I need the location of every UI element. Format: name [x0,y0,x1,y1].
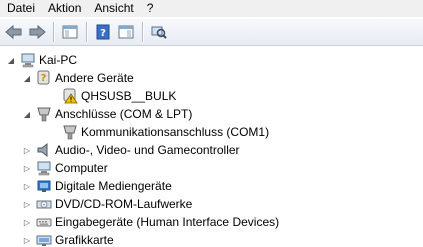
tree-node-anschluesse[interactable]: ◢ Anschlüsse (COM & LPT) [22,105,192,123]
expand-icon[interactable]: ▷ [22,231,32,247]
show-hide-tree-icon [62,25,78,39]
tree-node-media[interactable]: ▷ Digitale Mediengeräte [22,177,172,195]
tree-node-qhsusb-bulk[interactable]: QHSUSB__BULK [48,87,176,105]
expand-icon[interactable]: ▷ [22,141,32,159]
scan-hardware-button[interactable] [148,21,170,43]
port-icon [36,106,52,122]
help-icon: ? [96,24,110,40]
collapse-icon[interactable]: ◢ [6,51,16,69]
properties-icon [118,25,134,39]
show-hide-tree-button[interactable] [59,21,81,43]
menu-aktion[interactable]: Aktion [41,0,87,17]
help-button[interactable]: ? [92,21,114,43]
device-tree: ◢ Kai-PC ◢ ? Andere Geräte QHSUSB__BULK … [0,50,423,247]
menu-aktion-label: Aktion [48,1,82,15]
tree-node-label: Andere Geräte [55,71,134,85]
expand-icon[interactable]: ▷ [22,213,32,231]
toolbar-separator [86,22,87,42]
tree-root-label: Kai-PC [39,53,78,67]
expand-icon[interactable]: ▷ [22,177,32,195]
tree-node-label: Eingabegeräte (Human Interface Devices) [55,215,280,229]
tree-node-label: Grafikkarte [55,233,114,247]
forward-arrow-icon [29,24,46,40]
back-arrow-icon [5,24,22,40]
tree-root[interactable]: ◢ Kai-PC [6,51,77,69]
forward-button[interactable] [26,21,48,43]
tree-node-label: QHSUSB__BULK [81,89,177,103]
tree-node-label: Computer [55,161,108,175]
expand-icon[interactable]: ▷ [22,159,32,177]
back-button[interactable] [3,21,25,43]
tree-node-computer[interactable]: ▷ Computer [22,159,108,177]
tree-node-label: Kommunikationsanschluss (COM1) [81,125,270,139]
speaker-icon [36,142,52,158]
tree-node-grafikkarte[interactable]: ▷ Grafikkarte [22,231,114,247]
tree-node-label: Anschlüsse (COM & LPT) [55,107,193,121]
tree-node-dvd[interactable]: ▷ DVD/CD-ROM-Laufwerke [22,195,192,213]
svg-text:?: ? [41,73,47,84]
svg-text:?: ? [100,28,106,39]
menu-bar: Datei Aktion Ansicht ? [0,0,423,17]
media-device-icon [36,178,52,194]
warning-device-icon [62,88,78,104]
computer-icon [36,160,52,176]
input-device-icon [36,214,52,230]
menu-datei-label: Datei [7,1,36,15]
collapse-icon[interactable]: ◢ [22,69,32,87]
tree-node-label: Digitale Mediengeräte [55,179,172,193]
scan-hardware-icon [151,26,167,39]
menu-ansicht[interactable]: Ansicht [87,0,139,17]
menu-ansicht-label: Ansicht [94,1,134,15]
tree-node-com1[interactable]: Kommunikationsanschluss (COM1) [48,123,269,141]
toolbar-separator [142,22,143,42]
toolbar: ? [0,18,423,46]
toolbar-separator [53,22,54,42]
tree-node-label: DVD/CD-ROM-Laufwerke [55,197,193,211]
tree-node-andere-geraete[interactable]: ◢ ? Andere Geräte [22,69,134,87]
tree-node-audio[interactable]: ▷ Audio-, Video- und Gamecontroller [22,141,240,159]
tree-node-label: Audio-, Video- und Gamecontroller [55,143,240,157]
expand-icon[interactable]: ▷ [22,195,32,213]
computer-icon [20,52,36,68]
properties-button[interactable] [115,21,137,43]
collapse-icon[interactable]: ◢ [22,105,32,123]
menu-help-label: ? [146,1,154,15]
port-icon [62,124,78,140]
unknown-device-icon: ? [36,70,52,86]
tree-node-hid[interactable]: ▷ Eingabegeräte (Human Interface Devices… [22,213,279,231]
dvd-drive-icon [36,196,52,212]
menu-help[interactable]: ? [140,0,160,17]
display-adapter-icon [36,232,52,247]
menu-datei[interactable]: Datei [0,0,41,17]
